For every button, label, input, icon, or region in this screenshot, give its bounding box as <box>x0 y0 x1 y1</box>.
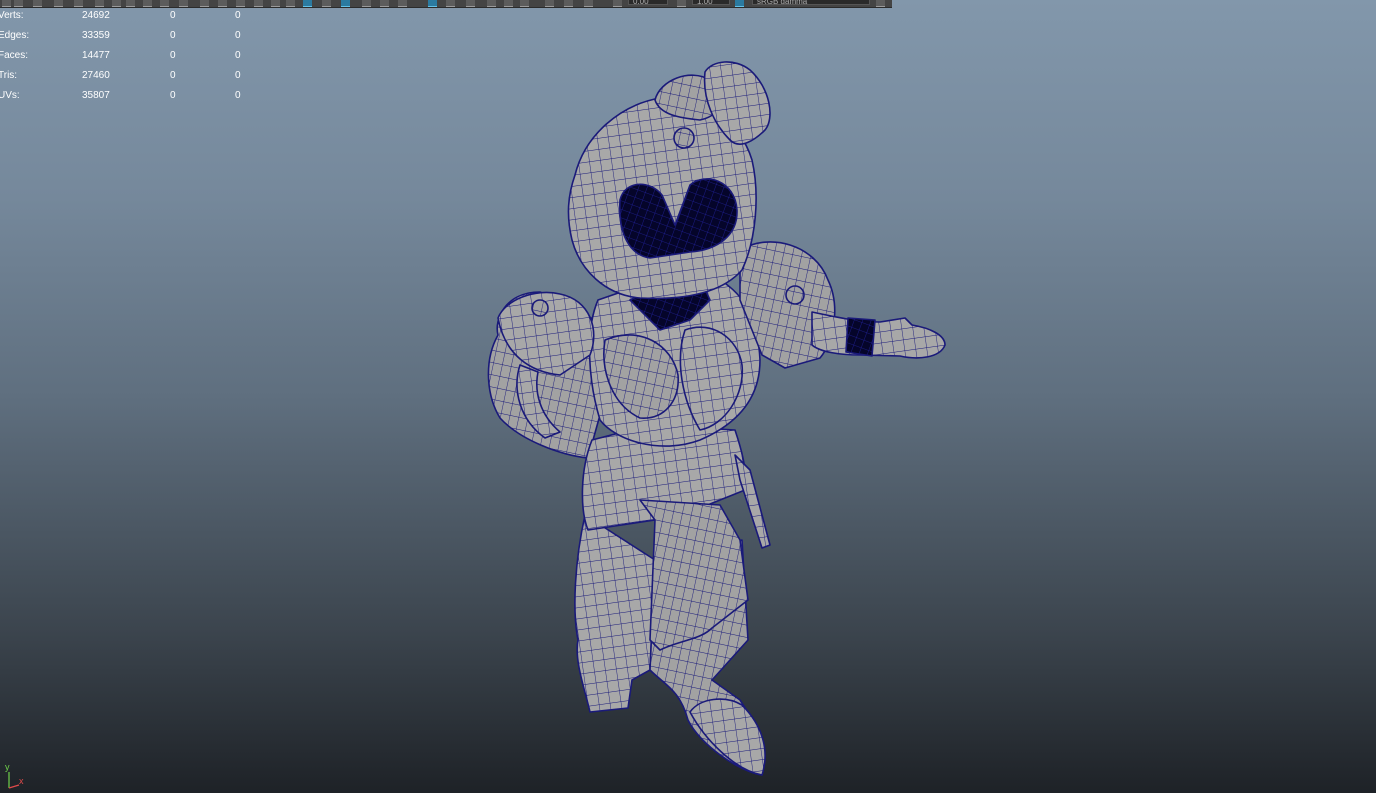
mesh-shoulder-disc <box>785 285 805 305</box>
mesh-ear-disc <box>673 127 695 149</box>
axis-x-label: x <box>19 776 24 786</box>
axis-y-label: y <box>5 762 10 772</box>
character-mesh[interactable] <box>0 0 1376 793</box>
axis-gizmo: y x <box>5 762 24 789</box>
mesh-wing-disc <box>531 299 549 317</box>
mesh-arm <box>811 311 946 359</box>
mesh-sword <box>734 454 771 549</box>
mesh-bracer <box>845 317 876 357</box>
viewport-3d[interactable]: 0.00 1.00 sRGB gamma Verts: 24692 0 0 Ed… <box>0 0 1376 793</box>
mesh-left-leg <box>574 514 656 713</box>
